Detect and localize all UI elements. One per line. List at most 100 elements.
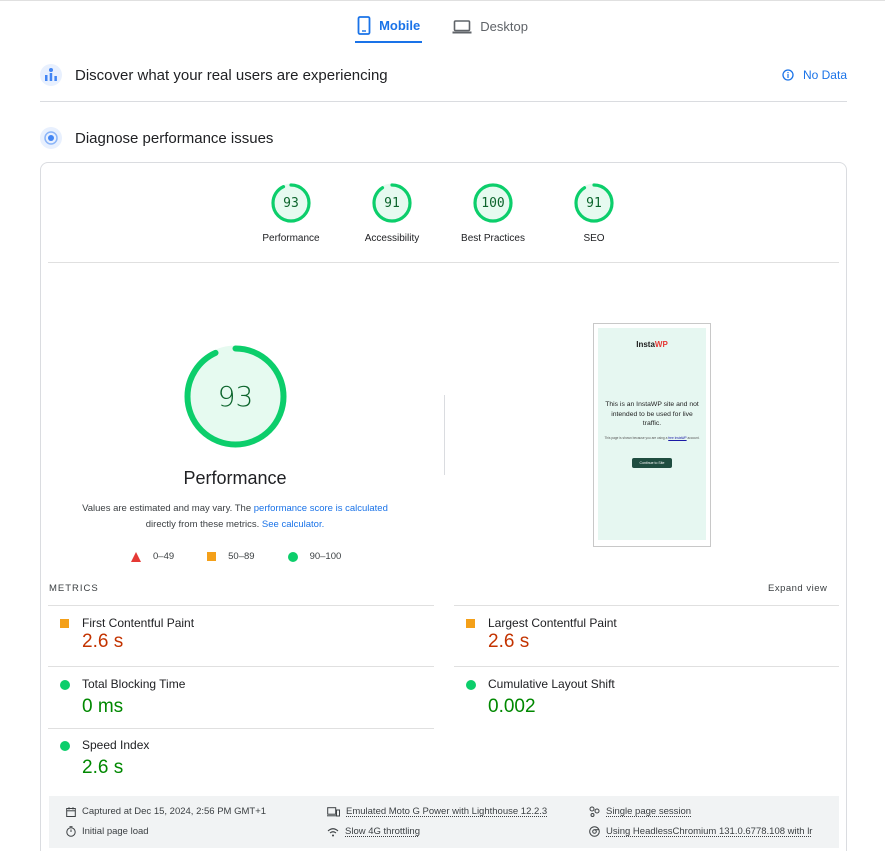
emulated-device-label: Emulated Moto G Power with Lighthouse 12… — [346, 806, 548, 817]
metric-value: 2.6 s — [82, 757, 124, 778]
metric-divider — [454, 666, 839, 667]
screenshot-message: This is an InstaWP site and not intended… — [605, 401, 699, 427]
score-calculated-link[interactable]: performance score is calculated — [254, 503, 388, 514]
laptop-icon — [452, 19, 472, 33]
fail-triangle-icon — [131, 551, 141, 562]
category-gauges: 93 Performance 91 Accessibility 100 Best Prac… — [0, 182, 885, 244]
single-page-session[interactable]: Single page session — [589, 806, 691, 817]
final-screenshot[interactable]: InstaWP This is an InstaWP site and not … — [593, 323, 711, 547]
pass-circle-icon — [287, 551, 298, 562]
legend-average: 50–89 — [207, 551, 255, 562]
gauge-ring: 93 — [270, 182, 312, 224]
emulated-device[interactable]: Emulated Moto G Power with Lighthouse 12… — [327, 806, 547, 817]
gauge-performance[interactable]: 93 Performance — [241, 182, 342, 244]
average-square-icon — [207, 552, 217, 561]
gauge-label: SEO — [583, 233, 605, 244]
crux-title: Discover what your real users are experi… — [75, 66, 388, 84]
pass-circle-icon — [466, 680, 476, 690]
tab-mobile[interactable]: Mobile — [355, 10, 423, 43]
gauge-best-practices[interactable]: 100 Best Practices — [443, 182, 544, 244]
timer-icon — [66, 826, 76, 837]
gauge-score: 91 — [586, 195, 602, 211]
metric-divider — [48, 728, 434, 729]
legend-average-label: 50–89 — [228, 551, 255, 562]
see-calculator-link[interactable]: See calculator. — [262, 519, 324, 530]
performance-description: Values are estimated and may vary. The p… — [60, 501, 410, 533]
diagnose-title: Diagnose performance issues — [75, 129, 274, 147]
metric-value: 0 ms — [82, 696, 124, 717]
continue-to-site-button: Continue to Site — [632, 458, 672, 468]
section-divider — [40, 101, 847, 102]
top-border — [0, 0, 885, 1]
gauge-score: 91 — [384, 195, 400, 211]
captured-at: Captured at Dec 15, 2024, 2:56 PM GMT+1 — [66, 806, 266, 817]
gauge-ring: 91 — [371, 182, 413, 224]
metric-divider — [48, 605, 434, 606]
browser-label: Using HeadlessChromium 131.0.6778.108 wi… — [606, 826, 813, 837]
legend-fail-label: 0–49 — [153, 551, 175, 562]
screenshot-small-text: This page is shown because you are using… — [604, 436, 700, 440]
metric-value: 0.002 — [488, 696, 536, 717]
throttling-label: Slow 4G throttling — [345, 826, 420, 837]
gauge-ring: 91 — [573, 182, 615, 224]
screenshot-page: InstaWP This is an InstaWP site and not … — [598, 328, 706, 540]
metric-value: 2.6 s — [488, 631, 530, 652]
session-label: Single page session — [606, 806, 692, 817]
metric-label: First Contentful Paint — [82, 616, 195, 630]
average-square-icon — [466, 619, 475, 628]
device-tabs: Mobile Desktop — [0, 10, 885, 44]
network-throttling[interactable]: Slow 4G throttling — [327, 826, 420, 837]
desc-mid: directly from these metrics. — [145, 519, 262, 530]
legend-pass-label: 90–100 — [309, 551, 342, 562]
calendar-icon — [66, 806, 76, 817]
score-legend: 0–49 50–89 90–100 — [131, 551, 374, 562]
browser-version[interactable]: Using HeadlessChromium 131.0.6778.108 wi… — [589, 826, 812, 837]
no-data-label: No Data — [802, 68, 847, 82]
gauge-label: Performance — [262, 233, 320, 244]
gauge-seo[interactable]: 91 SEO — [544, 182, 645, 244]
gauge-score: 100 — [481, 195, 505, 211]
pass-circle-icon — [60, 741, 70, 751]
session-icon — [589, 806, 600, 817]
diagnose-icon — [40, 127, 62, 149]
metrics-heading: METRICS — [49, 583, 99, 594]
gauge-label: Best Practices — [461, 233, 525, 244]
no-data-link[interactable]: No Data — [782, 68, 847, 82]
legend-fail: 0–49 — [131, 551, 174, 562]
initial-page-load-label: Initial page load — [82, 826, 149, 837]
instawp-logo: InstaWP — [636, 340, 668, 349]
runtime-settings: Captured at Dec 15, 2024, 2:56 PM GMT+1 … — [49, 796, 839, 848]
wifi-icon — [327, 827, 339, 836]
metric-label: Cumulative Layout Shift — [488, 677, 615, 691]
metric-value: 2.6 s — [82, 631, 124, 652]
chrome-icon — [589, 826, 600, 837]
vertical-divider — [444, 395, 445, 475]
gauge-ring: 100 — [472, 182, 514, 224]
metric-label: Total Blocking Time — [82, 677, 186, 691]
gauges-divider — [48, 262, 839, 263]
performance-title: Performance — [183, 468, 287, 488]
metric-label: Speed Index — [82, 738, 150, 752]
metric-label: Largest Contentful Paint — [488, 616, 617, 630]
devices-icon — [327, 806, 340, 816]
gauge-accessibility[interactable]: 91 Accessibility — [342, 182, 443, 244]
initial-page-load: Initial page load — [66, 826, 149, 837]
legend-pass: 90–100 — [287, 551, 342, 562]
crux-section: Discover what your real users are experi… — [40, 64, 847, 86]
tab-desktop[interactable]: Desktop — [450, 10, 530, 43]
gauge-score: 93 — [283, 195, 299, 211]
tab-desktop-label: Desktop — [480, 19, 528, 34]
captured-at-label: Captured at Dec 15, 2024, 2:56 PM GMT+1 — [82, 806, 267, 817]
users-chart-icon — [40, 64, 62, 86]
smartphone-icon — [357, 16, 371, 35]
pass-circle-icon — [60, 680, 70, 690]
diagnose-section: Diagnose performance issues — [40, 127, 847, 149]
metric-divider — [48, 666, 434, 667]
performance-gauge-large: 93 — [184, 345, 287, 448]
performance-score-large: 93 — [217, 380, 254, 413]
expand-view-button[interactable]: Expand view — [768, 583, 827, 594]
gauge-label: Accessibility — [364, 233, 420, 244]
metric-divider — [454, 605, 839, 606]
desc-prefix: Values are estimated and may vary. The — [82, 503, 254, 514]
info-icon — [782, 69, 794, 81]
